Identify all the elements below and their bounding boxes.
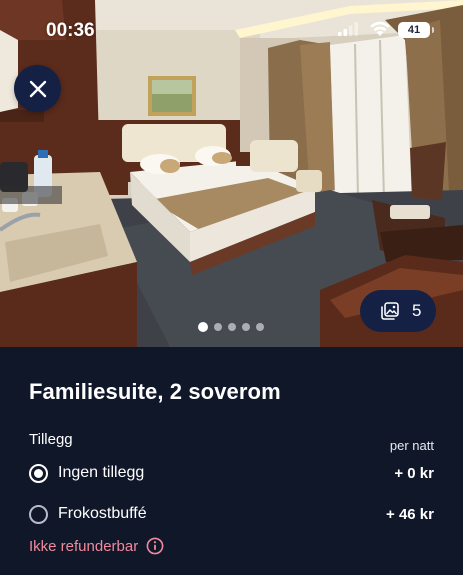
price-unit-label: per natt	[389, 438, 434, 453]
carousel-dot-1[interactable]	[198, 322, 208, 332]
gallery-button[interactable]: 5	[360, 290, 436, 332]
carousel-dot-4[interactable]	[242, 323, 250, 331]
carousel-dot-3[interactable]	[228, 323, 236, 331]
status-time: 00:36	[46, 20, 95, 41]
cellular-signal-icon	[338, 22, 358, 36]
addon-option-none[interactable]: Ingen tillegg	[29, 461, 144, 485]
refund-policy-link[interactable]: Ikke refunderbar	[29, 537, 164, 555]
wifi-icon	[370, 21, 390, 36]
status-bar: 00:36 41	[0, 0, 463, 58]
close-button[interactable]	[14, 65, 61, 112]
refund-policy-label: Ikke refunderbar	[29, 537, 139, 555]
addon-option-label: Frokostbuffé	[58, 505, 147, 522]
addon-option-breakfast[interactable]: Frokostbuffé	[29, 502, 147, 526]
room-details-panel: Familiesuite, 2 soverom Tillegg per natt…	[0, 347, 463, 575]
gallery-count: 5	[412, 301, 422, 320]
radio-unselected-icon[interactable]	[29, 504, 48, 524]
carousel-dot-5[interactable]	[256, 323, 264, 331]
battery-tip	[432, 27, 434, 33]
addons-label: Tillegg	[29, 431, 73, 448]
battery-indicator: 41	[398, 22, 430, 38]
radio-selected-icon[interactable]	[29, 463, 48, 483]
photos-icon	[381, 302, 399, 320]
close-icon	[29, 80, 46, 97]
room-photo[interactable]: 00:36 41 5	[0, 0, 463, 347]
addon-option-label: Ingen tillegg	[58, 464, 145, 481]
info-icon[interactable]	[146, 537, 164, 555]
carousel-indicator[interactable]	[198, 322, 264, 332]
room-title: Familiesuite, 2 soverom	[29, 379, 281, 404]
addon-option-price: + 46 kr	[386, 506, 434, 523]
carousel-dot-2[interactable]	[214, 323, 222, 331]
addon-option-price: + 0 kr	[394, 465, 434, 482]
